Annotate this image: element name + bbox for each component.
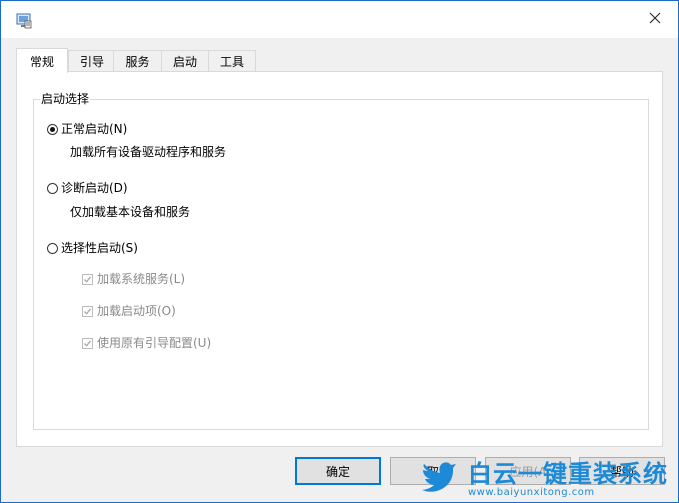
apply-button[interactable]: 应用(A: [485, 457, 571, 485]
radio-selected-icon: [47, 123, 58, 135]
cancel-button[interactable]: 取: [390, 457, 476, 485]
tab-boot[interactable]: 引导: [68, 50, 116, 71]
close-icon: [649, 12, 661, 27]
close-button[interactable]: [632, 1, 678, 38]
startup-selection-group: 启动选择 正常启动(N) 加载所有设备驱动程序和服务 诊断启动(D) 仅加载基本…: [33, 91, 649, 430]
ok-button[interactable]: 确定: [295, 457, 381, 485]
load-system-services-checkbox[interactable]: 加载系统服务(L): [82, 271, 185, 287]
load-startup-items-label: 加载启动项(O): [97, 304, 176, 318]
checkbox-checked-icon: [82, 305, 93, 317]
tab-startup[interactable]: 启动: [161, 50, 209, 71]
tab-services[interactable]: 服务: [113, 50, 162, 71]
normal-startup-radio[interactable]: 正常启动(N): [47, 121, 127, 137]
radio-unselected-icon: [47, 182, 58, 194]
general-tab-panel: 启动选择 正常启动(N) 加载所有设备驱动程序和服务 诊断启动(D) 仅加载基本…: [16, 71, 663, 447]
normal-startup-description: 加载所有设备驱动程序和服务: [70, 145, 227, 159]
selective-startup-radio[interactable]: 选择性启动(S): [47, 240, 138, 256]
tab-tools[interactable]: 工具: [208, 50, 256, 71]
radio-unselected-icon: [47, 242, 58, 254]
load-system-services-label: 加载系统服务(L): [97, 272, 186, 286]
checkbox-checked-icon: [82, 337, 93, 349]
system-configuration-window: 常规 引导 服务 启动 工具 启动选择 正常启动(N) 加载所有设备驱动程序和服…: [0, 0, 679, 503]
msconfig-app-icon: [16, 13, 32, 29]
diagnostic-startup-radio[interactable]: 诊断启动(D): [47, 180, 128, 196]
group-title: 启动选择: [40, 91, 91, 107]
help-button[interactable]: 帮助: [579, 457, 665, 485]
use-original-boot-config-checkbox[interactable]: 使用原有引导配置(U): [82, 335, 211, 351]
checkbox-checked-icon: [82, 273, 93, 285]
load-startup-items-checkbox[interactable]: 加载启动项(O): [82, 303, 176, 319]
tab-general[interactable]: 常规: [16, 48, 68, 73]
normal-startup-label: 正常启动(N): [61, 122, 128, 136]
diagnostic-startup-label: 诊断启动(D): [61, 181, 128, 195]
diagnostic-startup-description: 仅加载基本设备和服务: [70, 205, 191, 219]
use-original-boot-config-label: 使用原有引导配置(U): [97, 336, 212, 350]
selective-startup-label: 选择性启动(S): [61, 241, 138, 255]
title-bar: [1, 1, 678, 38]
